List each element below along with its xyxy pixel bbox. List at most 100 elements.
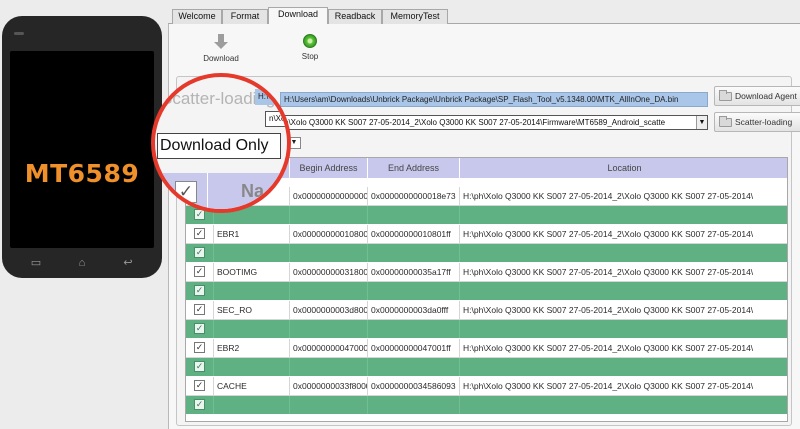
row-checkbox-cell[interactable]: ✓ — [186, 320, 214, 338]
row-checkbox[interactable]: ✓ — [194, 399, 205, 410]
menu-key-icon: ▭ — [30, 257, 42, 269]
row-checkbox[interactable]: ✓ — [194, 361, 205, 372]
partition-name: CACHE — [214, 377, 290, 395]
tab-welcome[interactable]: Welcome — [172, 9, 222, 24]
partition-name: EBR1 — [214, 225, 290, 243]
zoom-header-divider — [207, 173, 208, 209]
row-checkbox-cell[interactable]: ✓ — [186, 339, 214, 357]
file-location: H:\ph\Xolo Q3000 KK S007 27-05-2014_2\Xo… — [463, 305, 754, 315]
tab-memorytest[interactable]: MemoryTest — [382, 9, 448, 24]
end-address — [368, 396, 460, 414]
end-address: 0x0000000003da0fff — [368, 301, 460, 319]
row-checkbox[interactable]: ✓ — [194, 266, 205, 277]
table-row[interactable]: ✓ — [186, 282, 787, 301]
table-row[interactable]: ✓ — [186, 320, 787, 339]
table-row[interactable]: ✓ BOOTIMG0x00000000031800000x00000000035a… — [186, 263, 787, 282]
table-row[interactable]: ✓ — [186, 358, 787, 377]
begin-address: 0x0000000004700000 — [290, 339, 368, 357]
end-address — [368, 244, 460, 262]
header-location: Location — [460, 158, 787, 178]
header-end-address: End Address — [368, 158, 460, 178]
file-location — [460, 282, 787, 300]
end-address — [368, 206, 460, 224]
stop-button-label: Stop — [301, 52, 319, 61]
end-address: 0x0000000000018e73 — [368, 187, 460, 205]
table-row[interactable]: ✓ EBR10x00000000010800000x00000000010801f… — [186, 225, 787, 244]
end-address — [368, 320, 460, 338]
begin-address — [290, 282, 368, 300]
row-checkbox[interactable]: ✓ — [194, 285, 205, 296]
scatter-file-select[interactable]: n\Xolo Q3000 KK S007 27-05-2014_2\Xolo Q… — [280, 115, 708, 130]
row-checkbox-cell[interactable]: ✓ — [186, 358, 214, 376]
chipset-brand-label: MT6589 — [24, 159, 140, 188]
row-checkbox[interactable]: ✓ — [194, 323, 205, 334]
partition-name — [214, 282, 290, 300]
begin-address: 0x0000000033f80000 — [290, 377, 368, 395]
row-checkbox[interactable]: ✓ — [194, 228, 205, 239]
download-mode-select[interactable]: Download Only — [157, 133, 281, 159]
end-address — [368, 282, 460, 300]
row-checkbox-cell[interactable]: ✓ — [186, 225, 214, 243]
file-location: H:\ph\Xolo Q3000 KK S007 27-05-2014_2\Xo… — [463, 191, 754, 201]
row-checkbox-cell[interactable]: ✓ — [186, 282, 214, 300]
file-location — [460, 244, 787, 262]
partition-name — [214, 396, 290, 414]
partition-name: BOOTIMG — [214, 263, 290, 281]
zoom-name-header: Na — [241, 181, 265, 201]
download-agent-button[interactable]: Download Agent — [714, 86, 800, 106]
download-arrow-icon — [213, 34, 229, 50]
folder-icon — [719, 116, 732, 127]
partition-name — [214, 358, 290, 376]
chevron-down-icon[interactable]: ▼ — [696, 116, 707, 129]
row-checkbox-cell[interactable]: ✓ — [186, 263, 214, 281]
scatter-loading-button[interactable]: Scatter-loading — [714, 112, 800, 132]
row-checkbox[interactable]: ✓ — [194, 380, 205, 391]
download-button-label: Download — [203, 54, 239, 63]
end-address: 0x0000000034586093 — [368, 377, 460, 395]
phone-screen: MT6589 — [10, 51, 154, 248]
scatter-file-path: n\Xolo Q3000 KK S007 27-05-2014_2\Xolo Q… — [284, 118, 666, 127]
file-location — [460, 358, 787, 376]
phone-illustration: MT6589 ▭ ⌂ ↩ — [2, 16, 162, 278]
file-location — [460, 320, 787, 338]
row-checkbox-cell[interactable]: ✓ — [186, 377, 214, 395]
end-address: 0x00000000010801ff — [368, 225, 460, 243]
partition-name — [214, 320, 290, 338]
row-checkbox[interactable]: ✓ — [194, 342, 205, 353]
begin-address — [290, 320, 368, 338]
tab-format[interactable]: Format — [222, 9, 268, 24]
begin-address: 0x0000000001080000 — [290, 225, 368, 243]
phone-speaker — [14, 32, 24, 35]
begin-address — [290, 244, 368, 262]
tab-bar: Welcome Format Download Readback MemoryT… — [168, 7, 800, 25]
table-row[interactable]: ✓ EBR20x00000000047000000x00000000047001f… — [186, 339, 787, 358]
download-agent-path-field[interactable]: H:\Users\am\Downloads\Unbrick Package\Un… — [280, 92, 708, 107]
tab-readback[interactable]: Readback — [328, 9, 382, 24]
end-address — [368, 358, 460, 376]
row-checkbox-cell[interactable]: ✓ — [186, 301, 214, 319]
row-checkbox[interactable]: ✓ — [194, 247, 205, 258]
begin-address: 0x0000000003180000 — [290, 263, 368, 281]
end-address: 0x00000000035a17ff — [368, 263, 460, 281]
table-row[interactable]: ✓ CACHE 0x0000000033f80000 0x00000000345860… — [186, 377, 787, 396]
table-row[interactable]: ✓ — [186, 244, 787, 263]
select-all-checkbox[interactable]: ✓ — [175, 181, 197, 203]
partition-name: EBR2 — [214, 339, 290, 357]
download-button[interactable]: Download — [195, 34, 247, 63]
scatter-loading-button-label: Scatter-loading — [735, 117, 793, 127]
begin-address: 0x0000000000000000 — [290, 187, 368, 205]
file-location — [460, 206, 787, 224]
row-checkbox-cell[interactable]: ✓ — [186, 396, 214, 414]
download-panel: Download Stop H:\Users\am\Downloads\Unbr… — [168, 24, 800, 429]
begin-address: 0x0000000003d80000 — [290, 301, 368, 319]
stop-button[interactable]: Stop — [284, 34, 336, 61]
stop-icon — [303, 34, 317, 48]
flash-tool-window: Welcome Format Download Readback MemoryT… — [168, 4, 800, 429]
row-checkbox[interactable]: ✓ — [194, 304, 205, 315]
table-row[interactable]: ✓ SEC_RO0x0000000003d800000x0000000003da0… — [186, 301, 787, 320]
table-row[interactable]: ✓ — [186, 396, 787, 415]
row-checkbox-cell[interactable]: ✓ — [186, 244, 214, 262]
zoom-agent-path: H:\Users\am — [255, 89, 287, 105]
begin-address — [290, 358, 368, 376]
tab-download[interactable]: Download — [268, 7, 328, 25]
